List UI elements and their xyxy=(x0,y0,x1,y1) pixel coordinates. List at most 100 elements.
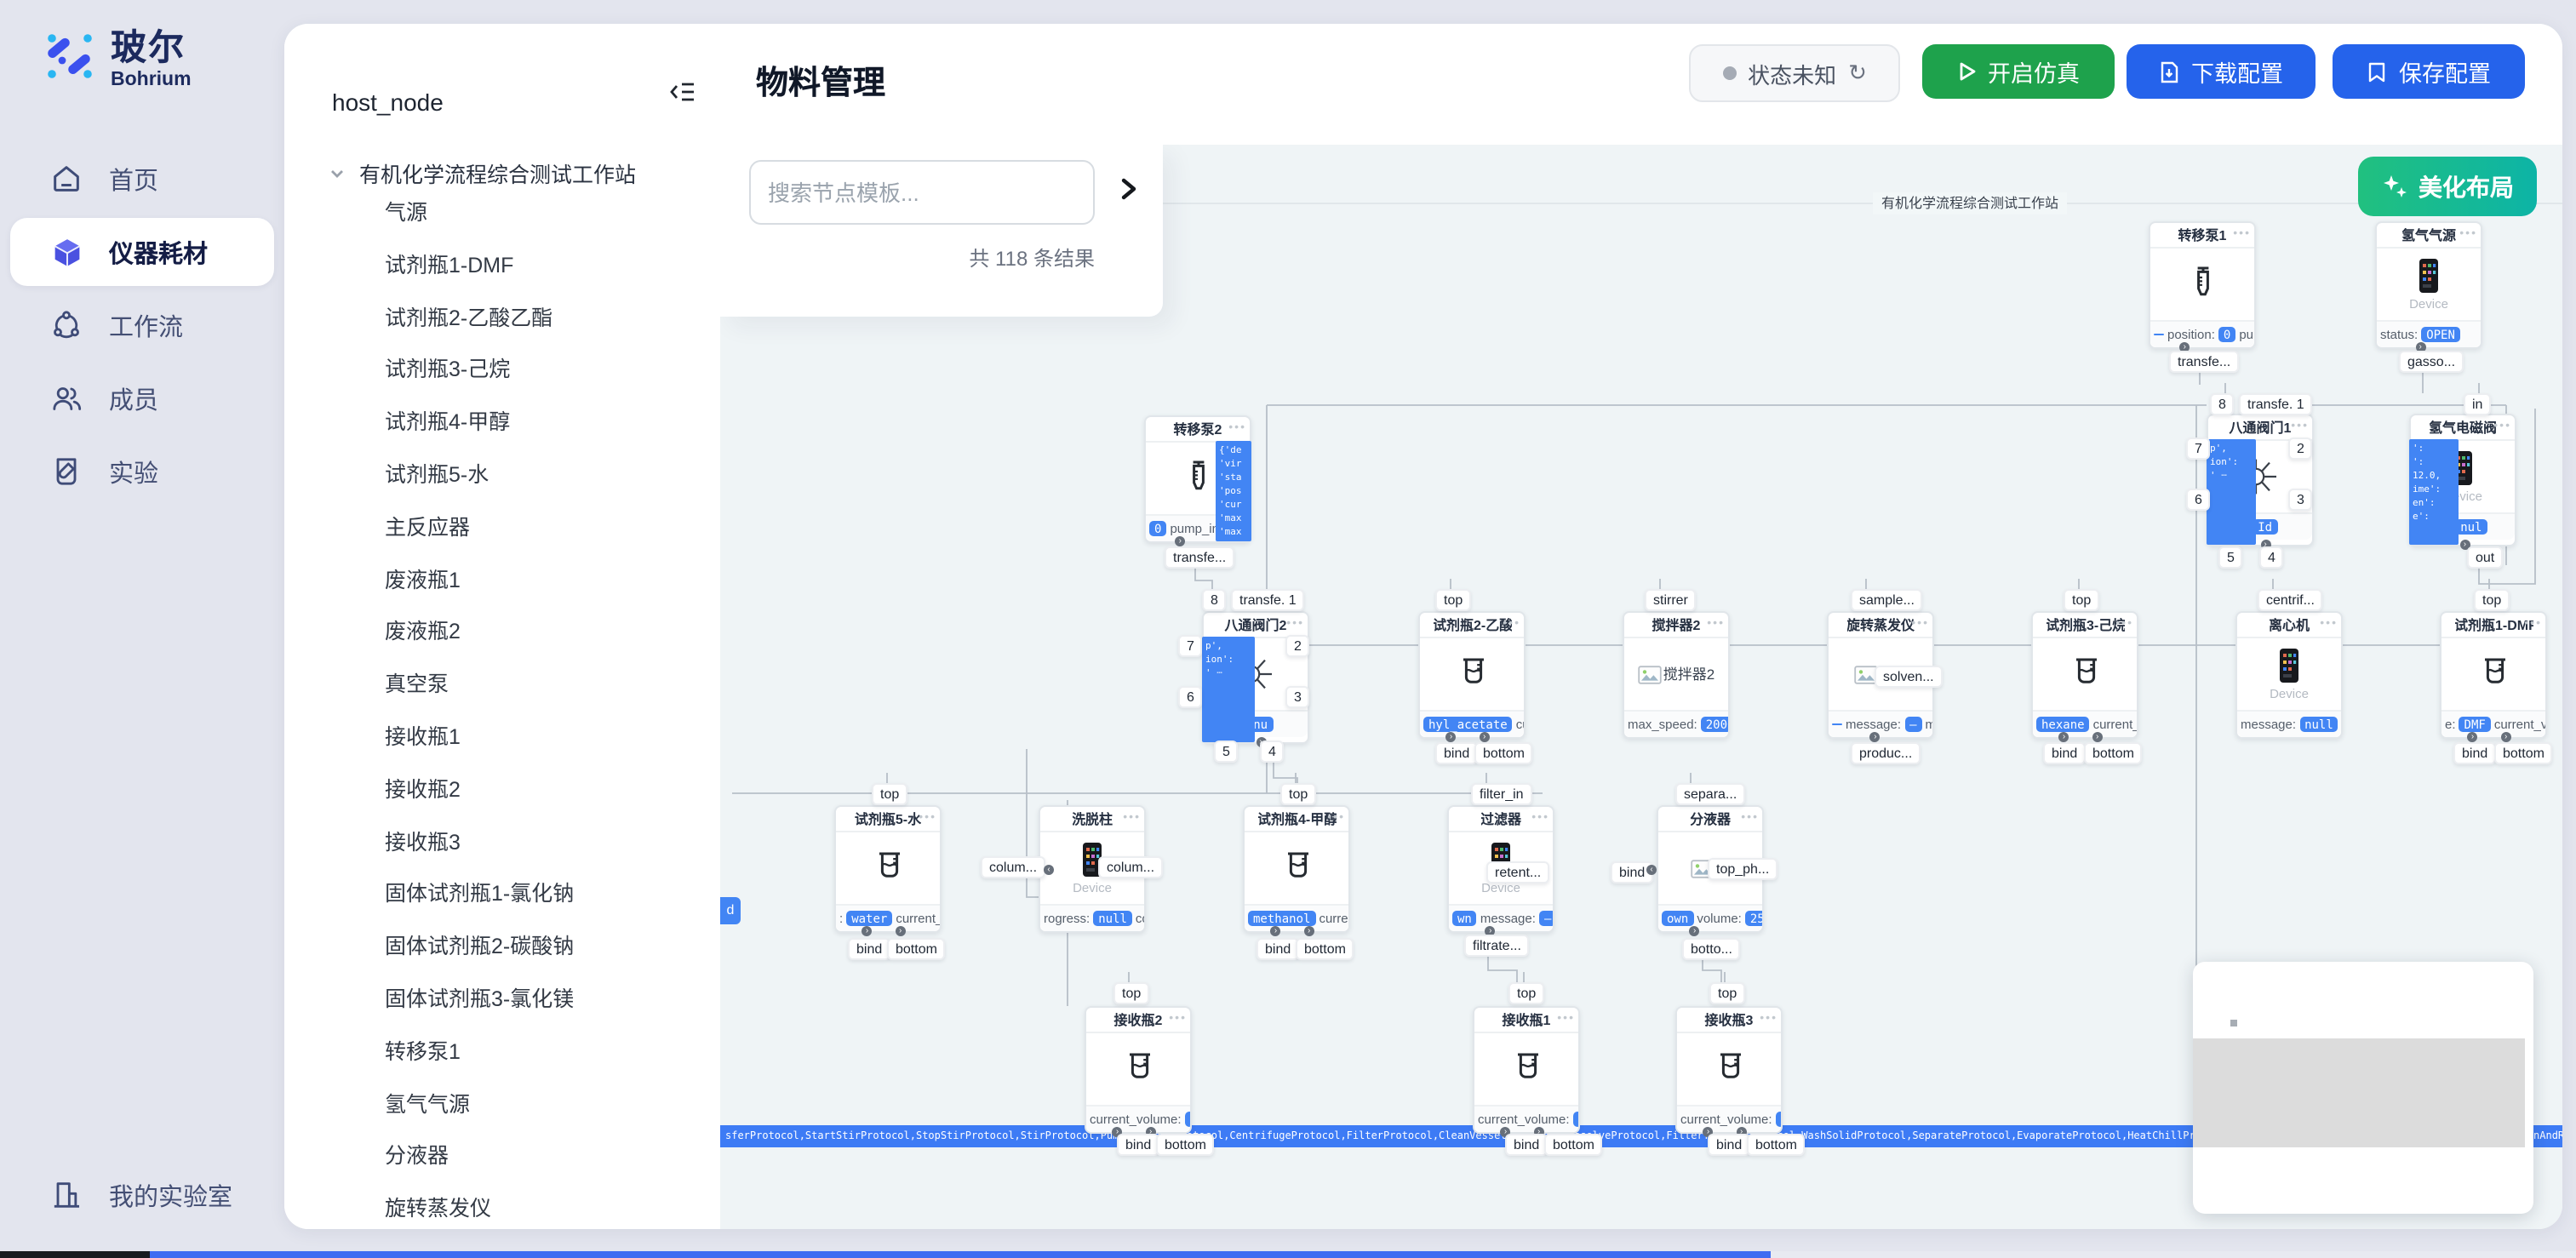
port-label-7[interactable]: 7 xyxy=(1178,635,1203,657)
port-dot-icon[interactable]: › xyxy=(2092,732,2103,742)
node-menu-icon[interactable]: ••• xyxy=(1707,618,1725,632)
port-dot-icon[interactable]: ‹ xyxy=(1646,865,1657,875)
tree-root-item[interactable]: 有机化学流程综合测试工作站 xyxy=(329,157,636,189)
port-label-solven[interactable]: solven... xyxy=(1875,666,1943,688)
tree-item[interactable]: 真空泵 xyxy=(385,666,449,698)
node-transfer-pump-2[interactable]: 转移泵2•••0pump_info:{'de'vir'sta'pos'cur'm… xyxy=(1144,415,1251,543)
port-label-colum[interactable]: colum... xyxy=(981,856,1045,878)
download-config-button[interactable]: 下载配置 xyxy=(2127,44,2316,99)
save-config-button[interactable]: 保存配置 xyxy=(2333,44,2525,99)
tree-item[interactable]: 分液器 xyxy=(385,1138,449,1170)
node-menu-icon[interactable]: ••• xyxy=(2320,618,2338,632)
port-label-5[interactable]: 5 xyxy=(2218,546,2243,569)
beautify-layout-button[interactable]: 美化布局 xyxy=(2358,157,2537,216)
node-receiver-bottle-2[interactable]: 接收瓶2•••current_volume:0›› xyxy=(1085,1006,1192,1134)
search-submit-icon[interactable] xyxy=(1117,175,1148,209)
node-eight-way-valve-2[interactable]: 八通阀门2•••status:nup',ion':' ┄› xyxy=(1202,611,1309,744)
minimap[interactable] xyxy=(2193,962,2533,1214)
tree-item[interactable]: 废液瓶1 xyxy=(385,561,461,593)
tree-item[interactable]: 接收瓶1 xyxy=(385,718,461,751)
port-dot-icon[interactable]: › xyxy=(2501,732,2511,742)
port-label-transfe1[interactable]: transfe. 1 xyxy=(2239,393,2313,415)
sidebar-item-4[interactable]: 成员 xyxy=(10,364,274,432)
port-label-top_ph[interactable]: top_ph... xyxy=(1708,858,1777,880)
port-label-top[interactable]: top xyxy=(2064,589,2099,611)
port-label-bind[interactable]: bind xyxy=(1117,1134,1159,1156)
node-menu-icon[interactable]: ••• xyxy=(2291,420,2309,434)
port-label-bind[interactable]: bind xyxy=(2043,742,2086,764)
port-label-2[interactable]: 2 xyxy=(2288,437,2313,460)
node-menu-icon[interactable]: ••• xyxy=(1557,1013,1575,1026)
port-label-produc[interactable]: produc... xyxy=(1851,742,1921,764)
search-input[interactable] xyxy=(749,160,1095,225)
tree-item[interactable]: 废液瓶2 xyxy=(385,614,461,646)
port-dot-icon[interactable]: › xyxy=(896,926,906,936)
refresh-icon[interactable]: ↻ xyxy=(1848,60,1867,87)
tree-item[interactable]: 氢气气源 xyxy=(385,1085,470,1118)
port-label-filtrate[interactable]: filtrate... xyxy=(1464,935,1530,957)
status-badge[interactable]: 状态未知 ↻ xyxy=(1689,44,1900,102)
node-menu-icon[interactable]: ••• xyxy=(2115,618,2133,632)
port-label-8[interactable]: 8 xyxy=(2210,393,2235,415)
port-label-4[interactable]: 4 xyxy=(1260,741,1285,763)
tree-item[interactable]: 固体试剂瓶3-氯化镁 xyxy=(385,981,574,1013)
node-hydrogen-gas-source[interactable]: 氢气气源•••Devicestatus:OPEN› xyxy=(2375,221,2482,349)
port-label-6[interactable]: 6 xyxy=(1178,686,1203,708)
node-h2-solenoid-valve[interactable]: 氢气电磁阀•••Devicestatus:nul':':12.0,ime':en… xyxy=(2409,414,2516,546)
port-label-top[interactable]: top xyxy=(1435,589,1471,611)
node-eight-way-valve-1[interactable]: 八通阀门1•••status:Idp',ion':' ┄› xyxy=(2207,414,2314,546)
port-label-bind[interactable]: bind xyxy=(1505,1134,1548,1156)
port-label-3[interactable]: 3 xyxy=(1285,686,1310,708)
node-menu-icon[interactable]: ••• xyxy=(919,812,936,826)
port-label-filter_in[interactable]: filter_in xyxy=(1471,783,1532,805)
logo[interactable]: 玻尔 Bohrium xyxy=(44,31,192,91)
port-label-7[interactable]: 7 xyxy=(2186,437,2211,460)
tree-item[interactable]: 接收瓶3 xyxy=(385,823,461,855)
port-label-stirrer[interactable]: stirrer xyxy=(1645,589,1697,611)
port-label-3[interactable]: 3 xyxy=(2288,489,2313,511)
port-label-separa[interactable]: separa... xyxy=(1675,783,1745,805)
port-label-6[interactable]: 6 xyxy=(2186,489,2211,511)
node-menu-icon[interactable]: ••• xyxy=(1123,812,1141,826)
node-menu-icon[interactable]: ••• xyxy=(2524,618,2542,632)
tree-item[interactable]: 固体试剂瓶1-氯化钠 xyxy=(385,876,574,908)
node-menu-icon[interactable]: ••• xyxy=(2459,228,2477,242)
port-label-bind[interactable]: bind xyxy=(1435,742,1478,764)
port-label-bottom[interactable]: bottom xyxy=(1156,1134,1215,1156)
port-label-bottom[interactable]: bottom xyxy=(2084,742,2143,764)
port-label-sample[interactable]: sample... xyxy=(1851,589,1923,611)
sidebar-item-5[interactable]: 实验 xyxy=(10,437,274,506)
node-menu-icon[interactable]: ••• xyxy=(1169,1013,1187,1026)
port-label-bind[interactable]: bind xyxy=(2453,742,2496,764)
chevron-down-icon[interactable] xyxy=(329,164,346,181)
node-reagent-bottle-3[interactable]: 试剂瓶3-己烷•••hexanecurrent_v›› xyxy=(2031,611,2138,739)
tree-item[interactable]: 试剂瓶4-甲醇 xyxy=(385,403,510,436)
port-label-top[interactable]: top xyxy=(1113,982,1149,1004)
port-label-botto[interactable]: botto... xyxy=(1682,938,1741,960)
port-dot-icon[interactable]: ‹ xyxy=(1044,865,1054,875)
minimap-viewport[interactable] xyxy=(2193,1038,2525,1147)
tree-item[interactable]: 试剂瓶1-DMF xyxy=(385,247,513,279)
node-menu-icon[interactable]: ••• xyxy=(1531,812,1549,826)
port-label-bottom[interactable]: bottom xyxy=(1747,1134,1806,1156)
port-dot-icon[interactable]: › xyxy=(1480,732,1490,742)
port-label-centrif[interactable]: centrif... xyxy=(2258,589,2323,611)
port-label-bottom[interactable]: bottom xyxy=(2494,742,2553,764)
port-label-gasso[interactable]: gasso... xyxy=(2399,351,2464,373)
tree-item[interactable]: 试剂瓶3-己烷 xyxy=(385,352,510,384)
sidebar-item-2[interactable]: 仪器耗材 xyxy=(10,218,274,286)
node-centrifuge[interactable]: 离心机•••Devicemessage:nullma xyxy=(2235,611,2343,739)
port-dot-icon[interactable]: › xyxy=(1304,926,1314,936)
port-label-top[interactable]: top xyxy=(2474,589,2510,611)
port-label-8[interactable]: 8 xyxy=(1202,589,1227,611)
port-label-bind[interactable]: bind xyxy=(1257,938,1299,960)
node-menu-icon[interactable]: ••• xyxy=(1503,618,1520,632)
sidebar-item-my-lab[interactable]: 我的实验室 xyxy=(10,1161,274,1229)
port-label-colum[interactable]: colum... xyxy=(1098,856,1163,878)
node-reagent-bottle-2[interactable]: 试剂瓶2-乙酸乙酯•••hyl_acetatecurre›› xyxy=(1418,611,1526,739)
tree-item[interactable]: 固体试剂瓶2-碳酸钠 xyxy=(385,928,574,960)
port-label-bottom[interactable]: bottom xyxy=(1544,1134,1603,1156)
node-menu-icon[interactable]: ••• xyxy=(2493,420,2511,434)
tree-item[interactable]: 旋转蒸发仪 xyxy=(385,1190,491,1222)
node-reagent-bottle-4[interactable]: 试剂瓶4-甲醇•••methanolcurrent_›› xyxy=(1243,805,1350,933)
